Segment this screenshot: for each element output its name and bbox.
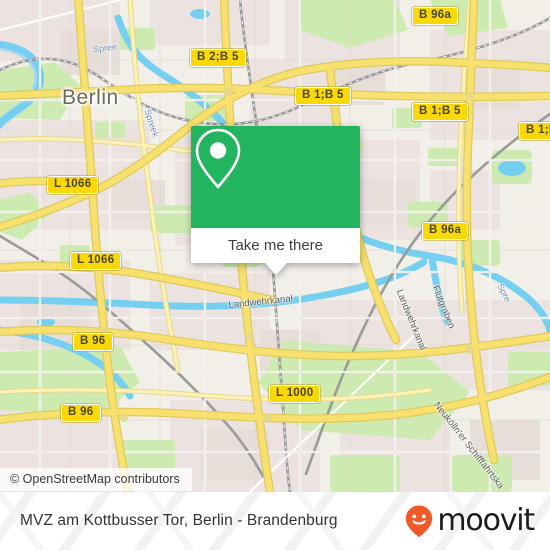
popup-pointer-tail bbox=[264, 263, 287, 275]
osm-attribution[interactable]: © OpenStreetMap contributors bbox=[0, 468, 192, 491]
map-screenshot: Berlin Spree Spreek Spre Landwehrkanal L… bbox=[0, 0, 550, 550]
footer-bar: MVZ am Kottbusser Tor, Berlin - Brandenb… bbox=[0, 492, 550, 550]
map-canvas[interactable]: Berlin Spree Spreek Spre Landwehrkanal L… bbox=[0, 0, 550, 492]
take-me-there-button[interactable]: Take me there bbox=[191, 228, 360, 263]
moovit-brand: moovit bbox=[404, 503, 535, 538]
location-title: MVZ am Kottbusser Tor, Berlin - Brandenb… bbox=[20, 512, 338, 529]
popup-marker-area bbox=[191, 126, 360, 228]
moovit-smiley-pin-icon bbox=[406, 505, 433, 537]
location-pin-icon bbox=[195, 128, 241, 189]
location-popup-card[interactable]: Take me there bbox=[191, 126, 360, 275]
moovit-wordmark: moovit bbox=[437, 503, 535, 538]
